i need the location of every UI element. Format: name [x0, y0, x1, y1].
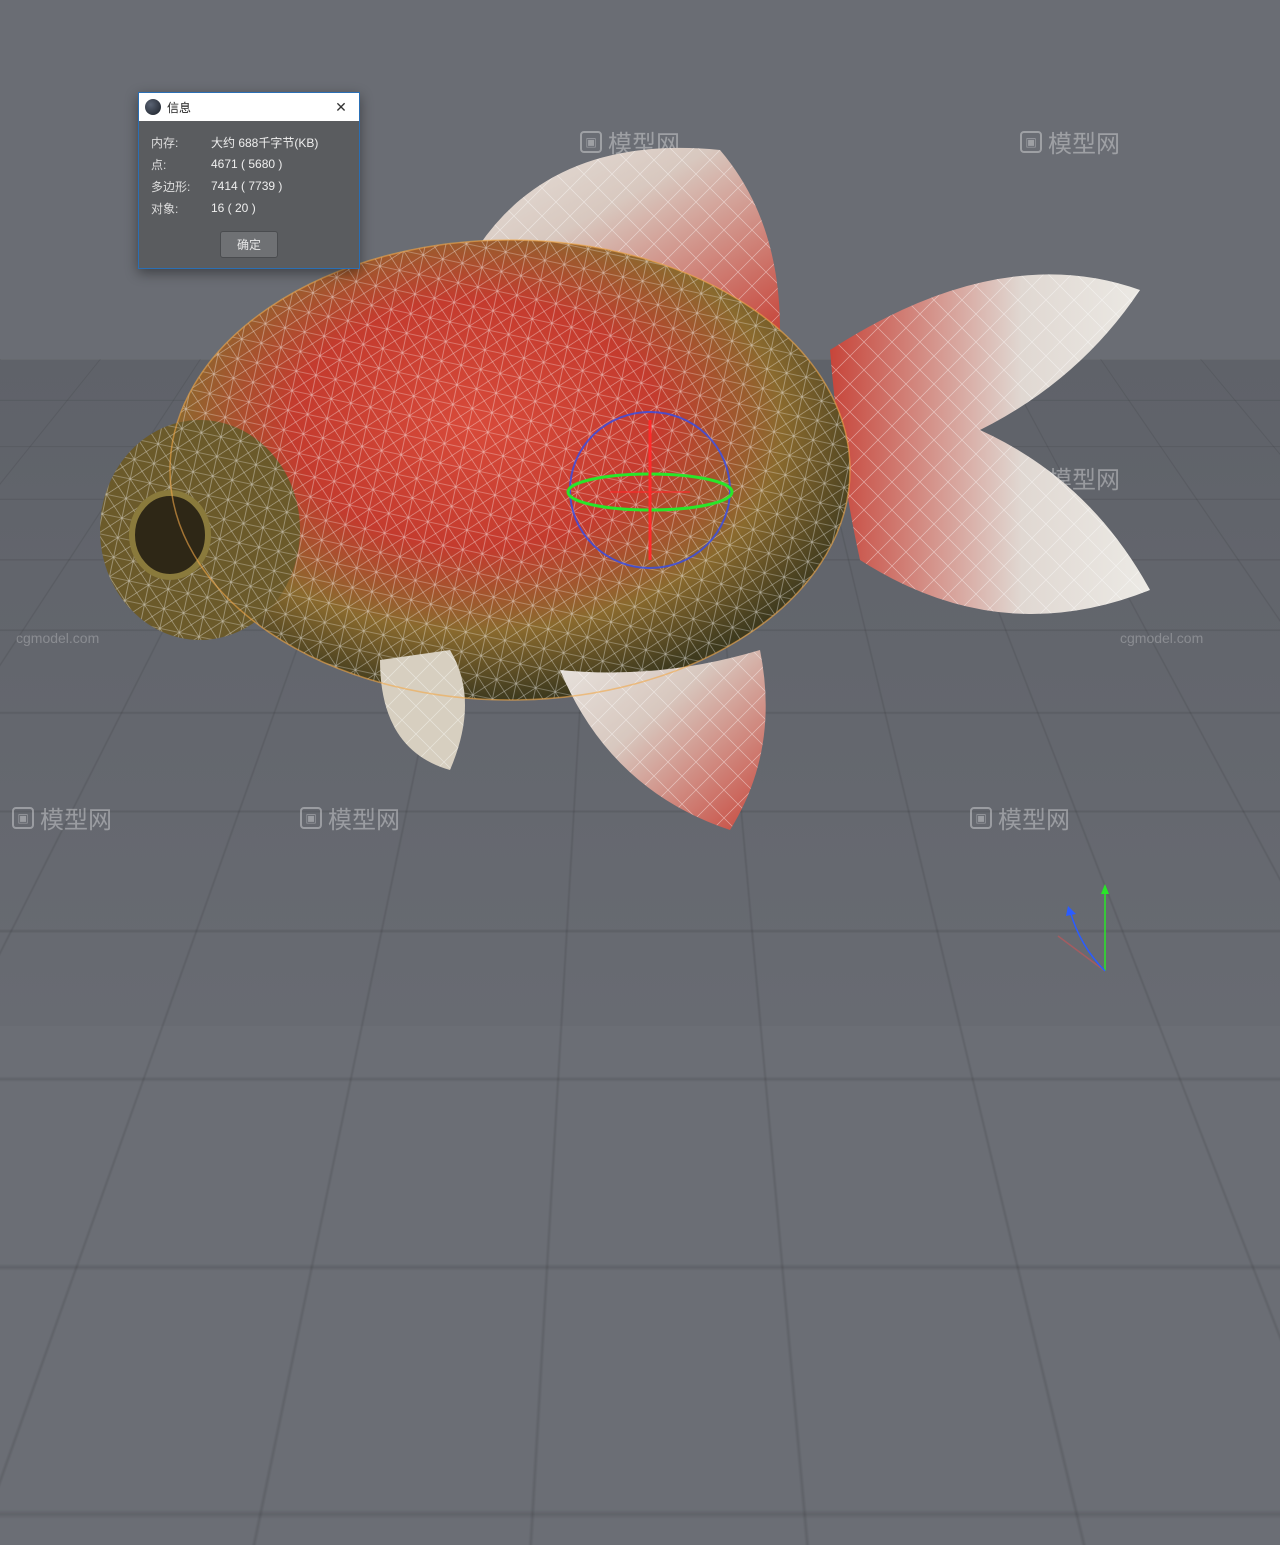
info-dialog: 信息 ✕ 内存: 大约 688千字节(KB) 点: 4671 ( 5680 ) … — [138, 92, 360, 269]
dialog-body: 内存: 大约 688千字节(KB) 点: 4671 ( 5680 ) 多边形: … — [139, 121, 359, 225]
app-icon — [145, 99, 161, 115]
info-value: 4671 ( 5680 ) — [211, 157, 347, 171]
close-icon[interactable]: ✕ — [329, 95, 353, 119]
info-label: 点: — [151, 156, 211, 173]
info-label: 多边形: — [151, 178, 211, 195]
dialog-titlebar[interactable]: 信息 ✕ — [139, 93, 359, 121]
info-row-objects: 对象: 16 ( 20 ) — [151, 197, 347, 219]
info-value: 7414 ( 7739 ) — [211, 179, 347, 193]
info-value: 大约 688千字节(KB) — [211, 134, 347, 151]
ok-button[interactable]: 确定 — [220, 231, 278, 258]
info-label: 对象: — [151, 200, 211, 217]
dialog-footer: 确定 — [139, 225, 359, 268]
info-label: 内存: — [151, 134, 211, 151]
info-row-memory: 内存: 大约 688千字节(KB) — [151, 131, 347, 153]
info-row-points: 点: 4671 ( 5680 ) — [151, 153, 347, 175]
info-row-polygons: 多边形: 7414 ( 7739 ) — [151, 175, 347, 197]
dialog-title-text: 信息 — [167, 99, 329, 116]
info-value: 16 ( 20 ) — [211, 201, 347, 215]
